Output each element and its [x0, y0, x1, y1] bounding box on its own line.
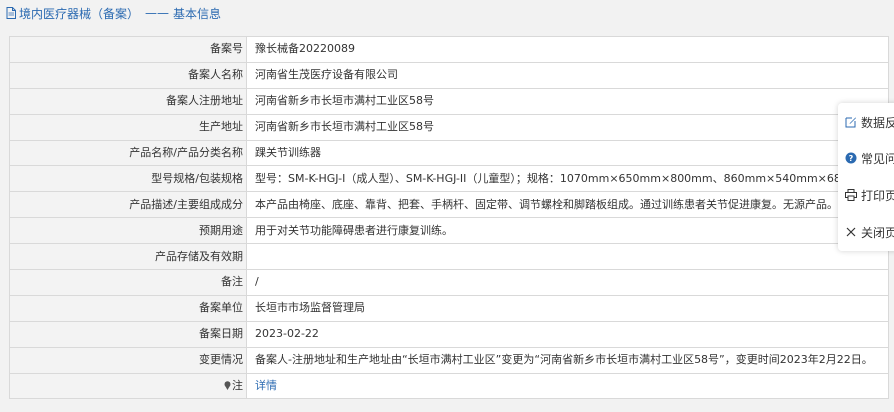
- table-row: 备案号 豫长械备20220089: [9, 36, 889, 63]
- row-value-changes: 备案人-注册地址和生产地址由“长垣市满村工业区”变更为“河南省新乡市长垣市满村工…: [246, 346, 889, 374]
- close-icon: [846, 227, 856, 237]
- row-label-intended-use: 预期用途: [9, 217, 247, 245]
- table-row: 备案单位 长垣市市场监督管理局: [9, 294, 889, 322]
- printer-icon: [845, 189, 857, 201]
- row-label-note: 注: [9, 372, 247, 400]
- row-value-remarks: /: [246, 269, 889, 296]
- details-link[interactable]: 详情: [255, 379, 277, 392]
- table-row: 产品描述/主要组成成分 本产品由椅座、底座、靠背、把套、手柄杆、固定带、调节螺栓…: [9, 191, 889, 219]
- row-value-record-no: 豫长械备20220089: [246, 36, 889, 63]
- row-value-storage: [246, 243, 889, 271]
- row-label-record-no: 备案号: [9, 36, 247, 63]
- document-icon: [6, 7, 16, 19]
- faq-button[interactable]: ? 常见问: [845, 148, 894, 168]
- row-label-product-name: 产品名称/产品分类名称: [9, 139, 247, 167]
- row-value-product-name: 踝关节训练器: [246, 139, 889, 167]
- row-label-changes: 变更情况: [9, 346, 247, 374]
- row-value-record-unit: 长垣市市场监督管理局: [246, 294, 889, 322]
- help-icon: ?: [845, 152, 857, 164]
- table-row: 备注 /: [9, 269, 889, 296]
- table-row: 备案人注册地址 河南省新乡市长垣市满村工业区58号: [9, 87, 889, 115]
- feedback-button[interactable]: 数据反: [845, 112, 894, 132]
- pin-icon: [224, 381, 231, 391]
- table-row: 备案日期 2023-02-22: [9, 320, 889, 348]
- page-header: 境内医疗器械（备案） —— 基本信息: [0, 0, 894, 26]
- header-title: 境内医疗器械（备案）: [19, 6, 140, 21]
- close-page-button[interactable]: 关闭页: [845, 222, 894, 242]
- row-label-registrant: 备案人名称: [9, 61, 247, 89]
- row-value-description: 本产品由椅座、底座、靠背、把套、手柄杆、固定带、调节螺栓和脚踏板组成。通过训练患…: [246, 191, 889, 219]
- header-subtitle: 基本信息: [173, 6, 222, 21]
- row-label-registrant-address: 备案人注册地址: [9, 87, 247, 115]
- faq-label: 常见问: [861, 151, 894, 166]
- table-row: 注 详情: [9, 372, 889, 400]
- row-value-registrant: 河南省生茂医疗设备有限公司: [246, 61, 889, 89]
- table-row: 产品存储及有效期: [9, 243, 889, 271]
- row-value-intended-use: 用于对关节功能障碍患者进行康复训练。: [246, 217, 889, 245]
- note-label: 注: [232, 379, 243, 393]
- feedback-label: 数据反: [861, 115, 894, 130]
- row-label-remarks: 备注: [9, 269, 247, 296]
- floating-tool-panel: 数据反 ? 常见问 打印页 关闭页: [838, 103, 894, 251]
- table-row: 型号规格/包装规格 型号：SM-K-HGJ-I（成人型）、SM-K-HGJ-II…: [9, 165, 889, 193]
- row-value-model-spec: 型号：SM-K-HGJ-I（成人型）、SM-K-HGJ-II（儿童型）；规格：1…: [246, 165, 889, 193]
- row-value-production-address: 河南省新乡市长垣市满村工业区58号: [246, 113, 889, 141]
- row-value-registrant-address: 河南省新乡市长垣市满村工业区58号: [246, 87, 889, 115]
- close-label: 关闭页: [861, 225, 894, 240]
- row-label-model-spec: 型号规格/包装规格: [9, 165, 247, 193]
- table-row: 生产地址 河南省新乡市长垣市满村工业区58号: [9, 113, 889, 141]
- detail-table: 备案号 豫长械备20220089 备案人名称 河南省生茂医疗设备有限公司 备案人…: [9, 36, 889, 400]
- table-row: 变更情况 备案人-注册地址和生产地址由“长垣市满村工业区”变更为“河南省新乡市长…: [9, 346, 889, 374]
- table-row: 产品名称/产品分类名称 踝关节训练器: [9, 139, 889, 167]
- row-label-storage: 产品存储及有效期: [9, 243, 247, 271]
- row-value-record-date: 2023-02-22: [246, 320, 889, 348]
- row-label-production-address: 生产地址: [9, 113, 247, 141]
- row-label-record-unit: 备案单位: [9, 294, 247, 322]
- edit-icon: [845, 117, 856, 128]
- row-label-record-date: 备案日期: [9, 320, 247, 348]
- table-row: 预期用途 用于对关节功能障碍患者进行康复训练。: [9, 217, 889, 245]
- print-button[interactable]: 打印页: [845, 185, 894, 205]
- header-separator: ——: [145, 6, 170, 20]
- svg-text:?: ?: [849, 154, 854, 163]
- table-row: 备案人名称 河南省生茂医疗设备有限公司: [9, 61, 889, 89]
- print-label: 打印页: [861, 188, 894, 203]
- row-value-note: 详情: [246, 372, 889, 400]
- row-label-description: 产品描述/主要组成成分: [9, 191, 247, 219]
